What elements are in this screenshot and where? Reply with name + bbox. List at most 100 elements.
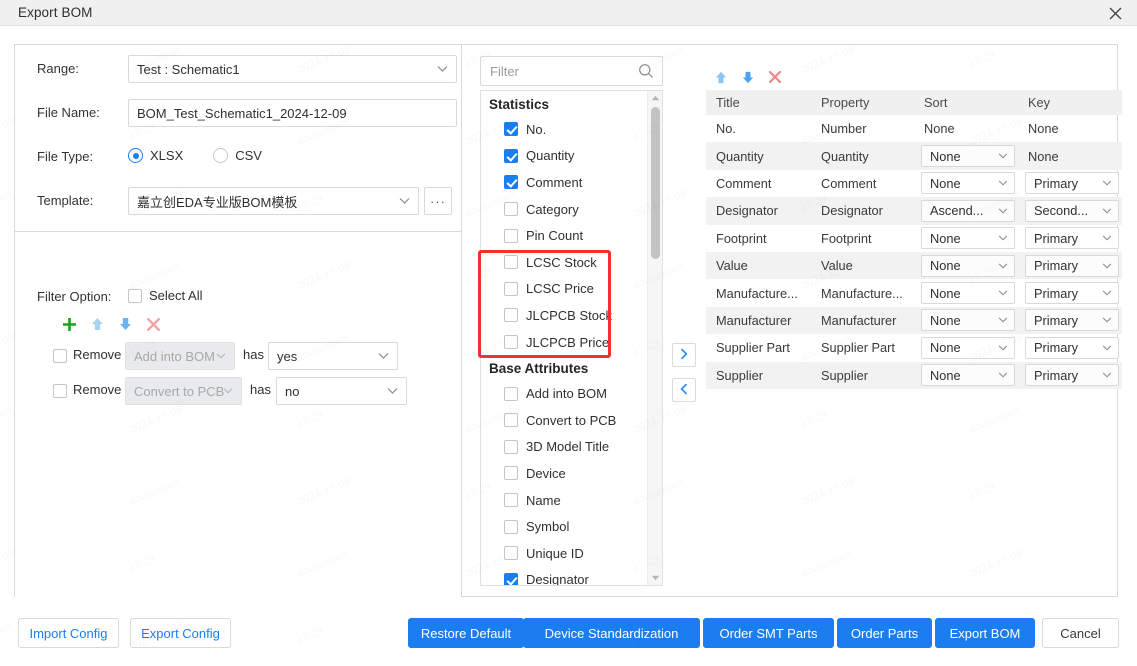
sort-select[interactable]: None (921, 145, 1015, 168)
sort-select-value: None (930, 367, 961, 383)
delete-icon[interactable] (139, 311, 167, 337)
move-up-icon[interactable] (83, 311, 111, 337)
table-row[interactable]: Comment Comment None Primary (706, 170, 1122, 197)
table-row[interactable]: Supplier Supplier None Primary (706, 361, 1122, 389)
key-select[interactable]: Primary (1025, 309, 1119, 332)
checkbox-box (504, 519, 518, 534)
sort-select[interactable]: None (921, 227, 1015, 250)
key-select[interactable]: Primary (1025, 227, 1119, 250)
footer-button-device-standardization[interactable]: Device Standardization (523, 618, 700, 648)
filter-rule-value-select[interactable]: yes (268, 342, 398, 370)
filter-rule-checkbox[interactable] (53, 384, 67, 401)
field-list-item[interactable]: Convert to PCB (481, 407, 647, 434)
checkbox-box (504, 546, 518, 561)
sort-select[interactable]: None (921, 364, 1015, 387)
search-icon[interactable] (638, 63, 654, 82)
key-select[interactable]: Second... (1025, 199, 1119, 222)
filter-rule-has-label: has (243, 347, 264, 362)
template-select[interactable]: 嘉立创EDA专业版BOM模板 (128, 187, 419, 215)
field-list-item-label: LCSC Price (526, 281, 594, 297)
move-up-icon[interactable] (707, 65, 734, 89)
footer-button-restore-default[interactable]: Restore Default (408, 618, 524, 648)
filter-rule-field-select[interactable]: Add into BOM (125, 342, 235, 370)
field-list-item[interactable]: Category (481, 196, 647, 223)
filter-rule-field-select[interactable]: Convert to PCB (125, 377, 242, 405)
footer-button-order-parts[interactable]: Order Parts (837, 618, 932, 648)
close-button[interactable] (1093, 0, 1137, 26)
key-select[interactable]: Primary (1025, 282, 1119, 305)
footer-button-import-config[interactable]: Import Config (18, 618, 119, 648)
filename-input[interactable] (128, 99, 457, 127)
field-list-item[interactable]: 3D Model Title (481, 434, 647, 461)
table-row[interactable]: Manufacture... Manufacture... None Primary (706, 279, 1122, 306)
field-list-item-label: Unique ID (526, 545, 584, 561)
table-row[interactable]: Footprint Footprint None Primary (706, 225, 1122, 252)
field-list-item[interactable]: Unique ID (481, 540, 647, 567)
field-list-item[interactable]: Quantity (481, 143, 647, 170)
filetype-radio-xlsx[interactable]: XLSX (128, 148, 183, 163)
table-row[interactable]: Designator Designator Ascend... Second... (706, 197, 1122, 225)
field-list-item[interactable]: Designator (481, 567, 647, 585)
column-property-cell: Value (821, 258, 853, 274)
sort-select[interactable]: None (921, 254, 1015, 277)
search-input[interactable] (481, 57, 636, 85)
field-list-item[interactable]: JLCPCB Stock (481, 302, 647, 329)
chevron-down-icon (378, 353, 389, 360)
sort-select[interactable]: None (921, 282, 1015, 305)
range-label: Range: (37, 61, 79, 76)
footer-button-export-config[interactable]: Export Config (130, 618, 231, 648)
table-row[interactable]: Supplier Part Supplier Part None Primary (706, 334, 1122, 361)
field-list-item[interactable]: LCSC Price (481, 276, 647, 303)
add-icon[interactable] (55, 311, 83, 337)
column-title-cell: Designator (716, 203, 778, 219)
key-select[interactable]: Primary (1025, 254, 1119, 277)
field-list-item[interactable]: Device (481, 460, 647, 487)
filetype-radio-csv[interactable]: CSV (213, 148, 262, 163)
scroll-down-icon[interactable] (648, 571, 662, 585)
filetype-row: File Type: XLSX CSV (15, 143, 462, 173)
range-select[interactable]: Test : Schematic1 (128, 55, 457, 83)
field-list-item-label: Quantity (526, 148, 575, 164)
filter-rule-value-select[interactable]: no (276, 377, 407, 405)
list-scrollbar[interactable] (647, 91, 662, 585)
field-list-item[interactable]: LCSC Stock (481, 249, 647, 276)
field-list-item[interactable]: No. (481, 116, 647, 143)
chevron-down-icon (387, 388, 398, 395)
field-list-item[interactable]: Name (481, 487, 647, 514)
chevron-down-icon (216, 353, 226, 359)
filter-rule-checkbox[interactable] (53, 349, 67, 366)
key-select[interactable]: Primary (1025, 336, 1119, 359)
field-list-item[interactable]: Pin Count (481, 222, 647, 249)
table-row[interactable]: No. Number None None (706, 115, 1122, 142)
sort-select[interactable]: None (921, 309, 1015, 332)
footer-button-cancel[interactable]: Cancel (1042, 618, 1119, 648)
filter-toolbar (55, 311, 167, 337)
field-list-item[interactable]: Comment (481, 169, 647, 196)
table-row[interactable]: Manufacturer Manufacturer None Primary (706, 306, 1122, 335)
template-more-button[interactable]: ··· (424, 187, 452, 215)
footer-button-order-smt-parts[interactable]: Order SMT Parts (703, 618, 834, 648)
checkbox-box (504, 202, 518, 217)
field-list-item[interactable]: Symbol (481, 513, 647, 540)
field-list-item[interactable]: JLCPCB Price (481, 329, 647, 356)
key-select[interactable]: Primary (1025, 172, 1119, 195)
chevron-down-icon (998, 345, 1008, 351)
sort-select[interactable]: None (921, 336, 1015, 359)
table-row[interactable]: Quantity Quantity None None (706, 142, 1122, 170)
key-select[interactable]: Primary (1025, 364, 1119, 387)
checkbox-box (504, 228, 518, 243)
move-down-icon[interactable] (734, 65, 761, 89)
scrollbar-thumb[interactable] (651, 107, 660, 259)
select-all-checkbox[interactable]: Select All (128, 288, 202, 303)
sort-select[interactable]: Ascend... (921, 199, 1015, 222)
footer-button-export-bom[interactable]: Export BOM (935, 618, 1035, 648)
filter-option-label: Filter Option: (37, 289, 112, 304)
field-list-item[interactable]: Add into BOM (481, 380, 647, 407)
move-down-icon[interactable] (111, 311, 139, 337)
scroll-up-icon[interactable] (648, 91, 662, 105)
sort-select[interactable]: None (921, 172, 1015, 195)
field-list-item-label: JLCPCB Price (526, 334, 610, 350)
field-list-item-label: No. (526, 121, 547, 137)
table-row[interactable]: Value Value None Primary (706, 251, 1122, 280)
delete-icon[interactable] (761, 65, 788, 89)
